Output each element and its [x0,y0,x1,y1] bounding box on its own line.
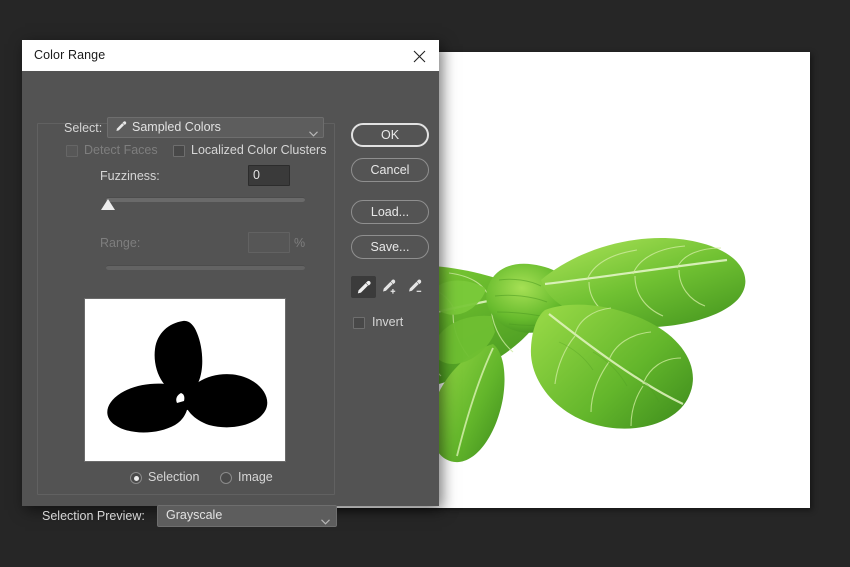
chevron-down-icon [309,124,318,142]
dialog-titlebar[interactable]: Color Range [22,40,439,71]
selection-preview-dropdown[interactable]: Grayscale [157,505,337,527]
range-label: Range: [100,236,141,250]
range-unit-label: % [294,236,306,250]
chevron-down-icon [321,512,330,530]
localized-color-clusters-checkbox[interactable] [173,145,185,157]
selection-radio[interactable] [130,472,142,484]
fuzziness-value: 0 [253,168,260,182]
page-title: Color Range [34,48,106,62]
select-label: Select: [64,121,103,135]
range-slider-track [106,265,305,270]
selection-preview-value: Grayscale [166,508,223,522]
invert-label: Invert [372,315,404,329]
save-button[interactable]: Save... [351,235,429,259]
select-dropdown[interactable]: Sampled Colors [107,117,324,138]
close-icon[interactable] [407,44,431,68]
eyedropper-icon [114,120,127,138]
detect-faces-checkbox [66,145,78,157]
eyedropper-minus-icon[interactable] [403,276,428,298]
load-button[interactable]: Load... [351,200,429,224]
fuzziness-slider-thumb[interactable] [101,199,115,210]
ok-button[interactable]: OK [351,123,429,147]
fuzziness-slider-track[interactable] [106,197,305,202]
fuzziness-input[interactable]: 0 [248,165,290,186]
cancel-button[interactable]: Cancel [351,158,429,182]
image-radio-label: Image [238,470,273,484]
fuzziness-label: Fuzziness: [100,169,160,183]
selection-radio-label: Selection [148,470,200,484]
selection-preview-thumbnail[interactable] [84,298,286,462]
invert-checkbox[interactable] [353,317,365,329]
selection-preview-label: Selection Preview: [42,509,145,523]
range-input [248,232,290,253]
selection-mask-image [85,299,285,461]
eyedropper-icon[interactable] [351,276,376,298]
localized-color-clusters-label: Localized Color Clusters [191,143,327,157]
select-value: Sampled Colors [132,120,221,134]
detect-faces-label: Detect Faces [84,143,158,157]
dialog-body: Select: Sampled Colors Detect Faces Loca… [22,71,439,527]
eyedropper-plus-icon[interactable] [377,276,402,298]
image-radio[interactable] [220,472,232,484]
color-range-dialog: Color Range Select: Sampled Colors Detec… [22,40,439,527]
